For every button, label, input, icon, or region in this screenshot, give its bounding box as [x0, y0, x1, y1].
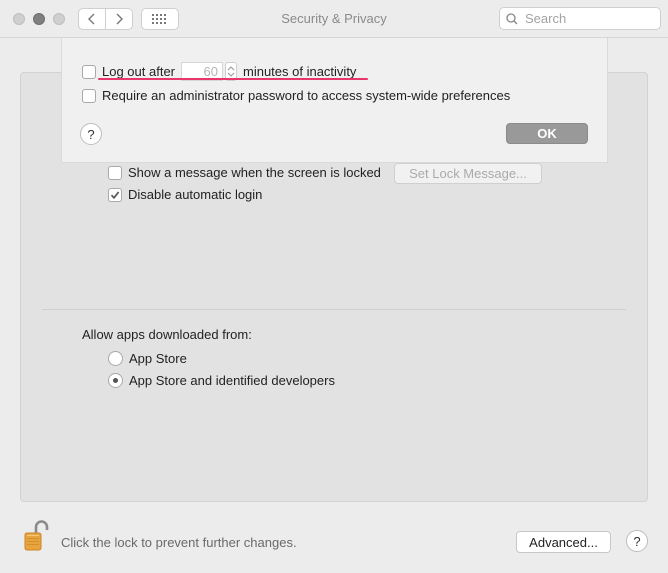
show-message-checkbox[interactable] [108, 165, 122, 180]
search-field[interactable] [499, 7, 661, 30]
radio-identified-developers-label: App Store and identified developers [129, 373, 335, 388]
disable-autologin-label: Disable automatic login [128, 187, 263, 202]
lock-status-text: Click the lock to prevent further change… [61, 535, 297, 550]
logout-label-after: minutes of inactivity [243, 64, 357, 79]
search-icon [506, 12, 518, 24]
title-bar: Security & Privacy [0, 0, 668, 38]
stepper-up-down-icon [227, 66, 235, 77]
allow-apps-heading: Allow apps downloaded from: [82, 327, 252, 342]
show-message-label: Show a message when the screen is locked [128, 165, 381, 180]
radio-identified-developers-button[interactable] [108, 373, 123, 388]
radio-app-store-button[interactable] [108, 351, 123, 366]
checkmark-icon [110, 190, 120, 199]
radio-identified-developers[interactable]: App Store and identified developers [108, 373, 335, 388]
require-admin-label: Require an administrator password to acc… [102, 88, 511, 103]
search-input[interactable] [523, 10, 653, 27]
allow-apps-heading-label: Allow apps downloaded from: [82, 327, 252, 342]
logout-checkbox[interactable] [82, 64, 96, 79]
radio-app-store-label: App Store [129, 351, 187, 366]
unlocked-padlock-icon[interactable] [23, 520, 49, 552]
require-admin-checkbox[interactable] [82, 88, 96, 103]
disable-autologin-checkbox[interactable] [108, 187, 122, 202]
require-admin-row[interactable]: Require an administrator password to acc… [82, 88, 510, 103]
ok-button[interactable]: OK [506, 123, 588, 144]
sheet-help-button[interactable]: ? [80, 123, 102, 145]
set-lock-message-button[interactable]: Set Lock Message... [394, 163, 542, 184]
advanced-button[interactable]: Advanced... [516, 531, 611, 553]
section-divider [42, 309, 626, 310]
show-message-row[interactable]: Show a message when the screen is locked [108, 165, 381, 180]
disable-autologin-row[interactable]: Disable automatic login [108, 187, 262, 202]
footer-help-button[interactable]: ? [626, 530, 648, 552]
annotation-underline [98, 78, 368, 80]
radio-selected-dot [113, 378, 118, 383]
radio-app-store[interactable]: App Store [108, 351, 187, 366]
logout-label-before: Log out after [102, 64, 175, 79]
